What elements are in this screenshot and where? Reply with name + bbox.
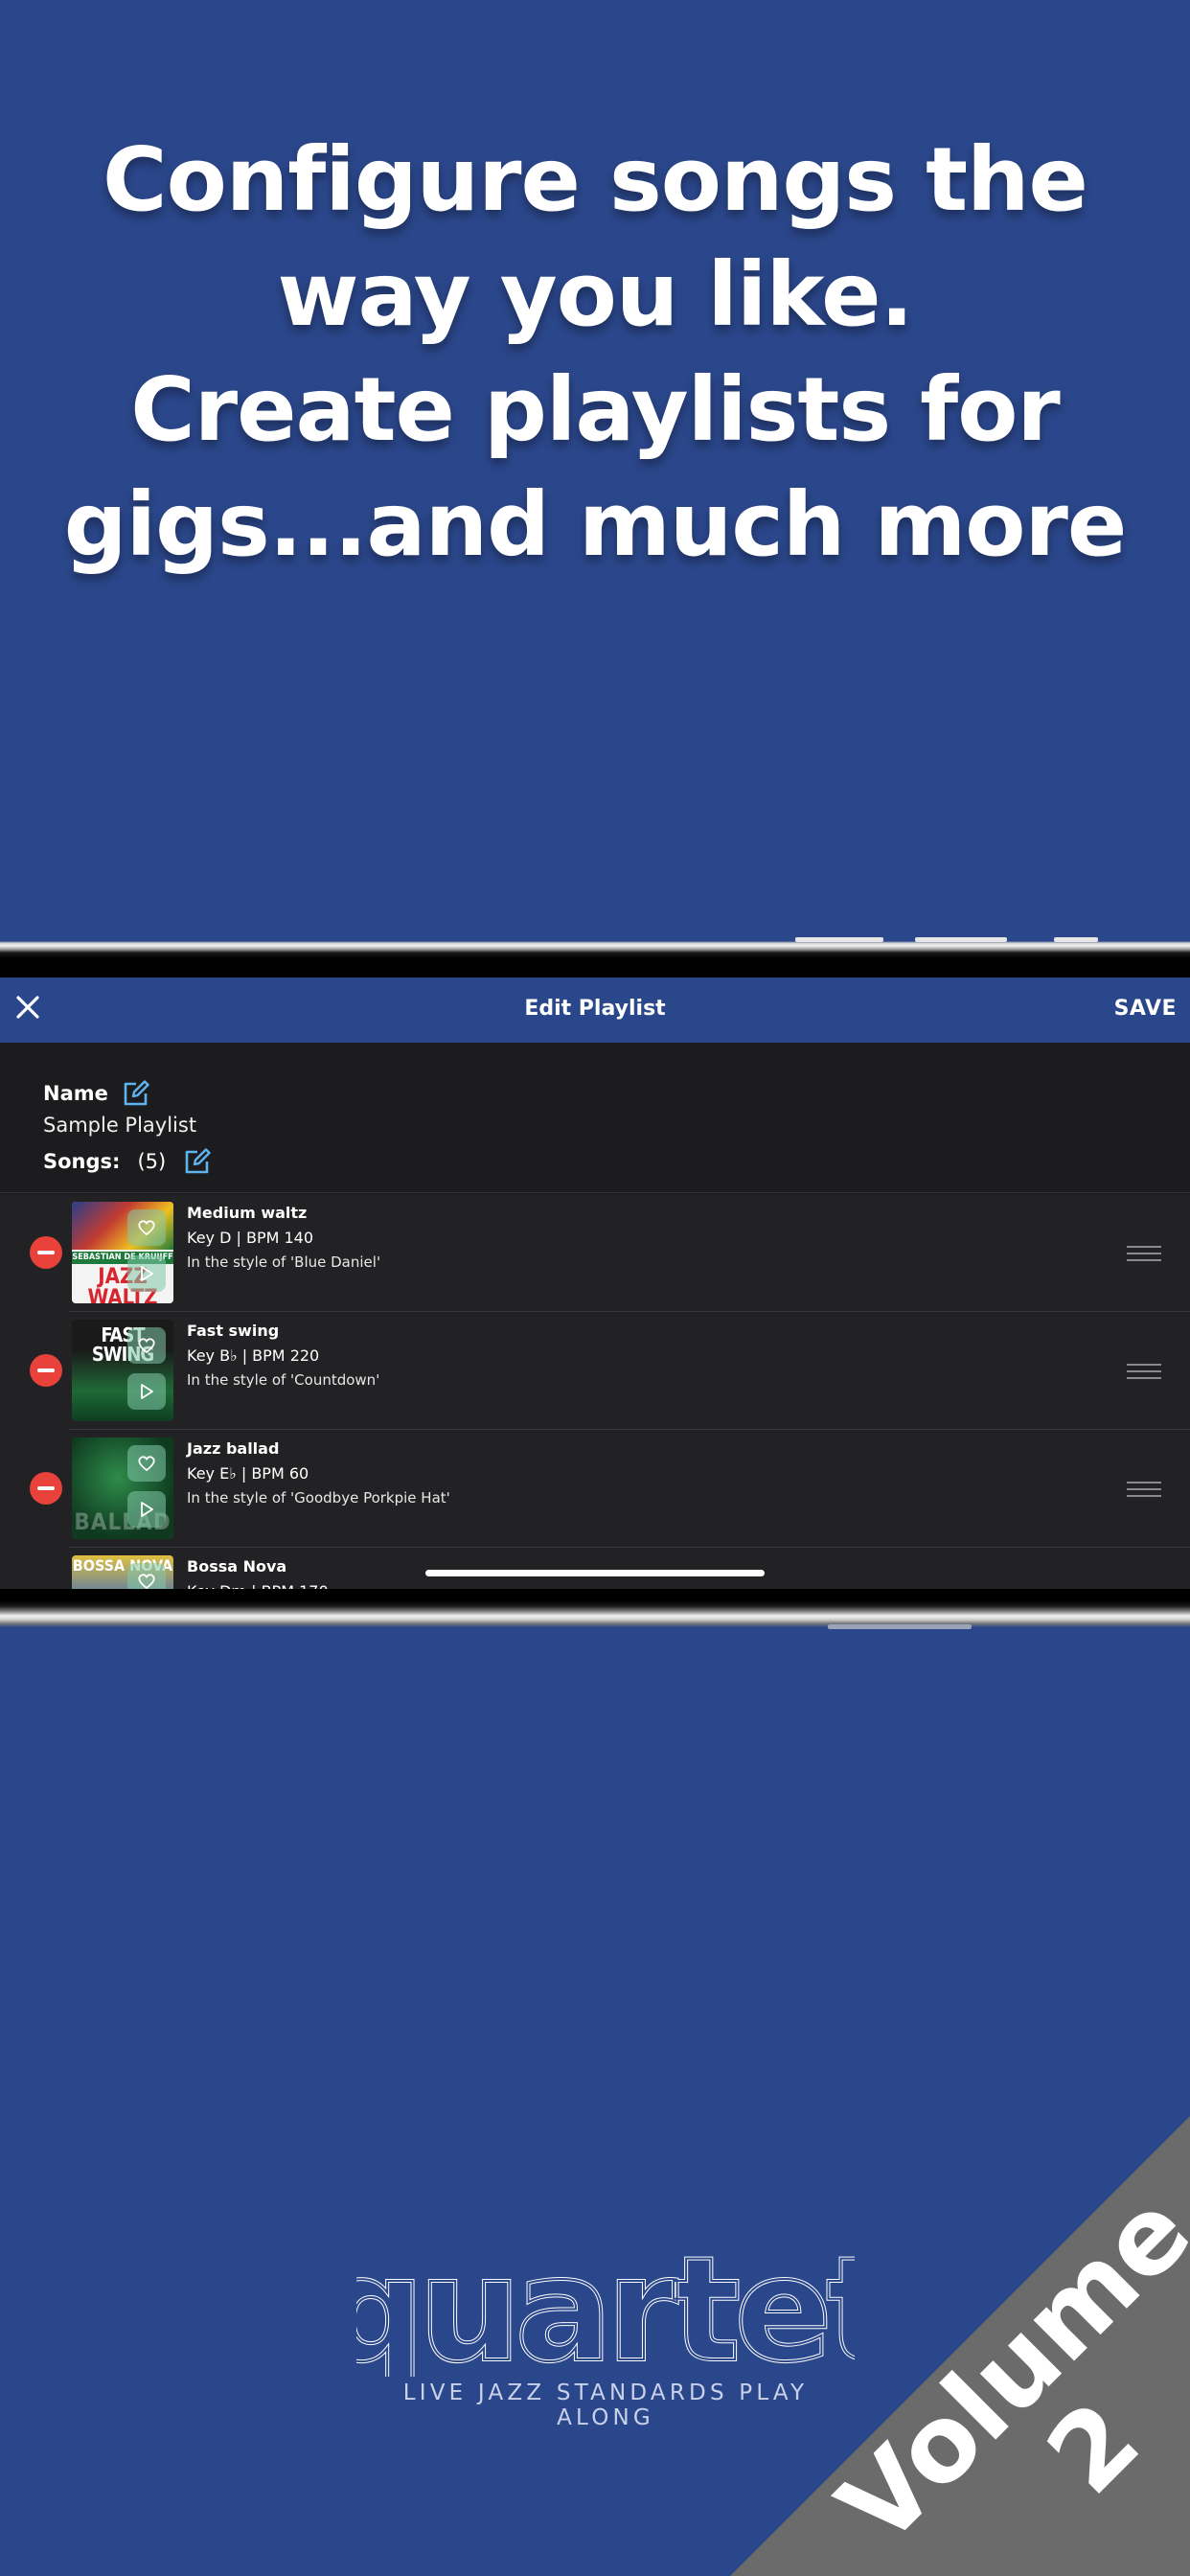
song-cover: SEBASTIAN DE KRUIJFF JAZZ WALTZ	[72, 1202, 173, 1303]
frame-button	[828, 1624, 972, 1629]
song-title: Jazz ballad	[187, 1439, 280, 1458]
quartet-logo: quartet quartet	[356, 2252, 855, 2377]
name-label: Name	[43, 1082, 108, 1105]
song-key-bpm: Key B♭ | BPM 220	[187, 1346, 320, 1365]
headline-line-1: Configure songs the	[103, 128, 1088, 231]
song-key-bpm: Key D | BPM 140	[187, 1229, 314, 1247]
frame-button	[915, 937, 1007, 942]
edit-name-icon[interactable]	[122, 1079, 150, 1108]
song-cover: FAST SWING	[72, 1320, 173, 1421]
song-style: In the style of 'Goodbye Porkpie Hat'	[187, 1489, 450, 1506]
phone-frame-bottom	[0, 1589, 1190, 1629]
song-title: Bossa Nova	[187, 1557, 287, 1576]
songs-count: (5)	[137, 1150, 167, 1173]
frame-button	[1054, 937, 1098, 942]
heart-icon	[138, 1220, 155, 1236]
play-button[interactable]	[127, 1373, 166, 1410]
headline: Configure songs the way you like. Create…	[0, 123, 1190, 583]
heart-icon	[138, 1456, 155, 1472]
heart-icon	[138, 1574, 155, 1590]
frame-button	[795, 937, 883, 942]
song-row[interactable]: FAST SWING Fast swing Key B♭ | BPM 220 I…	[0, 1312, 1190, 1430]
divider	[0, 1192, 1190, 1193]
heart-icon	[138, 1338, 155, 1354]
home-indicator	[425, 1570, 765, 1576]
phone-frame-top	[0, 937, 1190, 978]
song-row[interactable]: BALLAD Jazz ballad Key E♭ | BPM 60 In th…	[0, 1430, 1190, 1548]
play-button[interactable]	[127, 1491, 166, 1528]
playlist-meta: Name Sample Playlist Songs: (5)	[43, 1077, 426, 1179]
logo-wordmark: quartet quartet	[356, 2252, 855, 2377]
favorite-button[interactable]	[127, 1445, 166, 1482]
nav-title: Edit Playlist	[524, 997, 666, 1021]
song-title: Fast swing	[187, 1322, 280, 1340]
headline-line-3: Create playlists for	[130, 358, 1061, 461]
nav-bar: Edit Playlist SAVE	[0, 978, 1190, 1043]
edit-songs-icon[interactable]	[183, 1147, 212, 1176]
headline-line-2: way you like.	[277, 243, 913, 346]
song-style: In the style of 'Blue Daniel'	[187, 1254, 381, 1271]
play-icon	[141, 1502, 153, 1517]
songs-label: Songs:	[43, 1150, 121, 1173]
headline-line-4: gigs...and much more	[63, 473, 1128, 576]
favorite-button[interactable]	[127, 1327, 166, 1364]
app-screen: Edit Playlist SAVE Name Sample Playlist …	[0, 978, 1190, 1591]
playlist-name-value: Sample Playlist	[43, 1114, 197, 1137]
tagline: LIVE JAZZ STANDARDS PLAY ALONG	[402, 2380, 809, 2430]
drag-handle-icon[interactable]	[1127, 1246, 1161, 1263]
song-style: In the style of 'Countdown'	[187, 1371, 380, 1389]
song-row[interactable]: SEBASTIAN DE KRUIJFF JAZZ WALTZ Medium w…	[0, 1194, 1190, 1312]
play-icon	[141, 1266, 153, 1281]
volume-badge: Volume 2	[814, 2169, 1190, 2576]
favorite-button[interactable]	[127, 1563, 166, 1591]
save-button[interactable]: SAVE	[1114, 997, 1177, 1021]
logo-text-inline: quartet	[356, 2252, 855, 2377]
drag-handle-icon[interactable]	[1127, 1482, 1161, 1499]
remove-song-button[interactable]	[30, 1354, 62, 1387]
remove-song-button[interactable]	[30, 1472, 62, 1505]
favorite-button[interactable]	[127, 1209, 166, 1246]
drag-handle-icon[interactable]	[1127, 1364, 1161, 1381]
play-button[interactable]	[127, 1255, 166, 1292]
song-cover: BOSSA NOVA	[72, 1555, 173, 1591]
remove-song-button[interactable]	[30, 1236, 62, 1269]
song-cover: BALLAD	[72, 1438, 173, 1539]
play-icon	[141, 1384, 153, 1399]
song-title: Medium waltz	[187, 1204, 308, 1222]
song-key-bpm: Key E♭ | BPM 60	[187, 1464, 309, 1483]
